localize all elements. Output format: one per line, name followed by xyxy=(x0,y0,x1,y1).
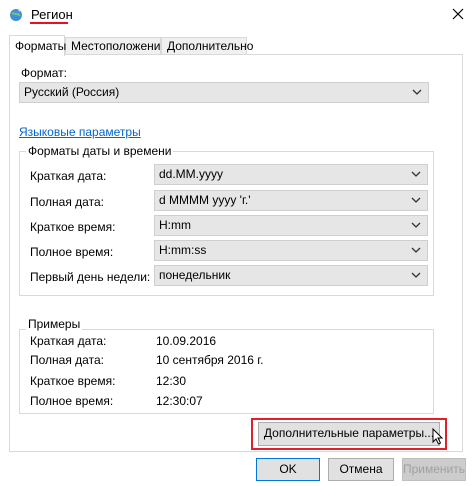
long-time-select[interactable]: H:mm:ss xyxy=(154,240,428,261)
example-short-date-value: 10.09.2016 xyxy=(156,334,217,348)
advanced-settings-button[interactable]: Дополнительные параметры... xyxy=(258,422,440,446)
date-time-group-title: Форматы даты и времени xyxy=(26,144,174,158)
chevron-down-icon xyxy=(411,197,421,203)
short-time-label: Краткое время: xyxy=(30,220,116,234)
long-date-select[interactable]: d MMMM yyyy 'г.' xyxy=(154,190,428,211)
tab-additional[interactable]: Дополнительно xyxy=(161,37,253,55)
language-settings-link[interactable]: Языковые параметры xyxy=(19,125,141,139)
first-day-label: Первый день недели: xyxy=(30,270,151,284)
chevron-down-icon xyxy=(411,222,421,228)
tab-formats[interactable]: Форматы xyxy=(9,35,66,56)
example-long-date-value: 10 сентября 2016 г. xyxy=(156,353,264,367)
long-time-value: H:mm:ss xyxy=(159,243,207,257)
ok-button[interactable]: OK xyxy=(256,458,320,481)
globe-icon xyxy=(10,8,22,21)
chevron-down-icon xyxy=(411,247,421,253)
example-long-date-label: Полная дата: xyxy=(30,353,104,367)
example-short-time-label: Краткое время: xyxy=(30,374,116,388)
example-short-date-label: Краткая дата: xyxy=(30,334,107,348)
mouse-cursor-icon xyxy=(432,428,444,445)
apply-button[interactable]: Применить xyxy=(402,458,466,481)
example-long-time-label: Полное время: xyxy=(30,394,114,408)
chevron-down-icon xyxy=(411,171,421,177)
examples-group-title: Примеры xyxy=(26,317,83,331)
format-label: Формат: xyxy=(21,66,67,80)
short-date-select[interactable]: dd.MM.yyyy xyxy=(154,164,428,185)
title-bar: Регион xyxy=(0,0,474,32)
short-time-select[interactable]: H:mm xyxy=(154,215,428,236)
window-title: Регион xyxy=(31,7,73,22)
first-day-select[interactable]: понедельник xyxy=(154,265,428,286)
first-day-value: понедельник xyxy=(159,268,231,282)
tab-location[interactable]: Местоположение xyxy=(65,37,167,55)
cancel-button[interactable]: Отмена xyxy=(328,458,394,481)
short-date-label: Краткая дата: xyxy=(30,169,107,183)
chevron-down-icon xyxy=(412,89,422,95)
close-icon[interactable] xyxy=(450,6,466,22)
short-time-value: H:mm xyxy=(159,218,191,232)
example-long-time-value: 12:30:07 xyxy=(156,394,203,408)
example-short-time-value: 12:30 xyxy=(156,374,187,388)
chevron-down-icon xyxy=(411,272,421,278)
format-select[interactable]: Русский (Россия) xyxy=(19,82,429,103)
title-underline xyxy=(30,22,68,24)
short-date-value: dd.MM.yyyy xyxy=(159,167,224,181)
format-value: Русский (Россия) xyxy=(24,85,120,99)
long-date-value: d MMMM yyyy 'г.' xyxy=(159,193,251,207)
long-date-label: Полная дата: xyxy=(30,195,104,209)
long-time-label: Полное время: xyxy=(30,245,114,259)
